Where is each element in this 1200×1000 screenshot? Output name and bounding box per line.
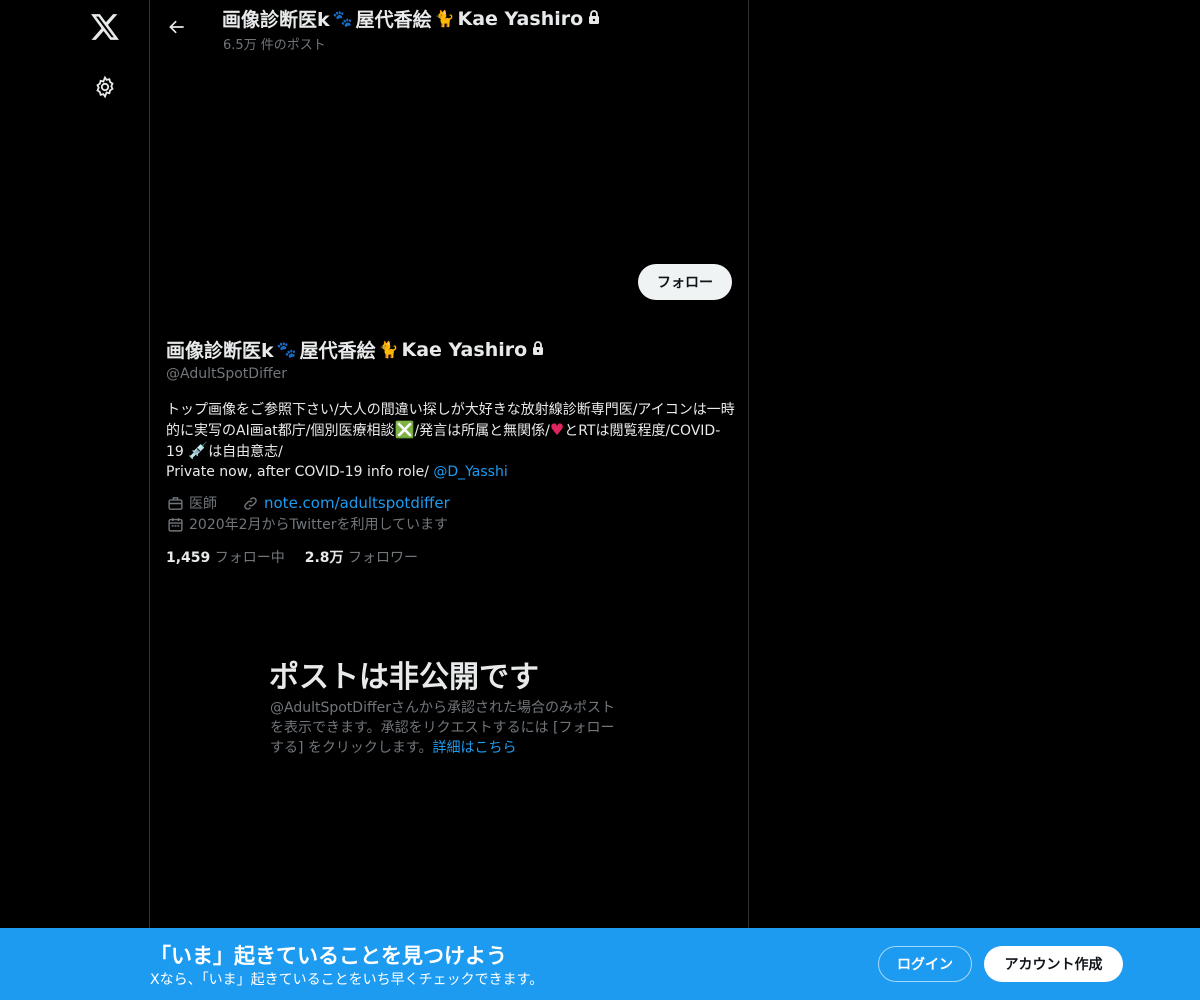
cat-emoji-icon: 🐈 <box>378 340 399 359</box>
followers-count: 2.8万 <box>304 550 344 566</box>
following-count: 1,459 <box>166 550 211 566</box>
paw-emoji-icon: 🐾 <box>332 9 353 28</box>
lock-icon <box>530 339 546 361</box>
header-name-suffix: Kae Yashiro <box>457 7 584 30</box>
learn-more-link[interactable]: 詳細はこちら <box>433 740 517 756</box>
profile-header-bar: 画像診断医k 🐾 屋代香絵 🐈 Kae Yashiro 6.5万 件のポスト <box>150 0 748 53</box>
banner-subtitle: Xなら、「いま」起きていることをいち早くチェックできます。 <box>150 972 544 988</box>
private-posts-title: ポストは非公開です <box>269 660 539 695</box>
followers-label: フォロワー <box>348 550 419 566</box>
post-count: 6.5万 件のポスト <box>223 38 326 53</box>
joined-date-text: 2020年2月からTwitterを利用しています <box>189 517 449 533</box>
display-name-suffix: Kae Yashiro <box>401 338 528 361</box>
header-display-name: 画像診断医k 🐾 屋代香絵 🐈 Kae Yashiro <box>222 5 602 32</box>
syringe-emoji-icon: 💉 <box>188 441 209 460</box>
followers-stat[interactable]: 2.8万 フォロワー <box>305 547 418 567</box>
calendar-icon <box>166 515 184 533</box>
display-name: 画像診断医k 🐾 屋代香絵 🐈 Kae Yashiro <box>166 336 546 363</box>
user-handle: @AdultSpotDiffer <box>166 366 287 382</box>
gear-icon[interactable] <box>80 62 130 112</box>
profession-text: 医師 <box>189 496 217 512</box>
private-posts-description: @AdultSpotDifferさんから承認された場合のみポストを表示できます。… <box>270 698 628 758</box>
banner-title: 「いま」起きていることを見つけよう <box>150 944 507 968</box>
header-name-prefix: 画像診断医k <box>222 9 330 31</box>
profile-column: 画像診断医k 🐾 屋代香絵 🐈 Kae Yashiro 6.5万 件のポスト フ… <box>149 0 749 1000</box>
paw-emoji-icon: 🐾 <box>276 340 297 359</box>
bio-text: は自由意志/ <box>208 444 283 460</box>
following-stat[interactable]: 1,459 フォロー中 <box>166 547 285 567</box>
lock-icon <box>586 8 602 30</box>
link-icon <box>241 494 259 512</box>
profile-joined-row: 2020年2月からTwitterを利用しています <box>166 514 448 534</box>
bio-mention-link[interactable]: @D_Yasshi <box>433 464 507 480</box>
bio-text: /発言は所属と無関係/ <box>414 423 550 439</box>
profile-meta-row: 医師 note.com/adultspotdiffer <box>166 493 450 513</box>
website-link[interactable]: note.com/adultspotdiffer <box>264 494 450 512</box>
display-name-mid: 屋代香絵 <box>299 340 376 362</box>
briefcase-icon <box>166 494 184 512</box>
x-logo-icon[interactable] <box>80 2 130 52</box>
signup-banner: 「いま」起きていることを見つけよう Xなら、「いま」起きていることをいち早くチェ… <box>0 928 1200 1000</box>
following-label: フォロー中 <box>214 550 285 566</box>
cat-emoji-icon: 🐈 <box>434 9 455 28</box>
back-arrow-icon[interactable] <box>160 10 194 44</box>
display-name-prefix: 画像診断医k <box>166 340 274 362</box>
follow-button[interactable]: フォロー <box>638 264 732 300</box>
left-nav <box>0 0 150 1000</box>
heart-emoji-icon: ♥ <box>549 420 565 439</box>
cross-mark-emoji-icon: ❎ <box>394 420 415 439</box>
login-button[interactable]: ログイン <box>878 946 972 982</box>
header-name-mid: 屋代香絵 <box>355 9 432 31</box>
create-account-button[interactable]: アカウント作成 <box>984 946 1123 982</box>
follow-stats: 1,459 フォロー中 2.8万 フォロワー <box>166 547 418 567</box>
profile-bio: トップ画像をご参照下さい/大人の間違い探しが大好きな放射線診断専門医/アイコンは… <box>166 400 738 482</box>
bio-text: Private now, after COVID-19 info role/ <box>166 464 434 480</box>
